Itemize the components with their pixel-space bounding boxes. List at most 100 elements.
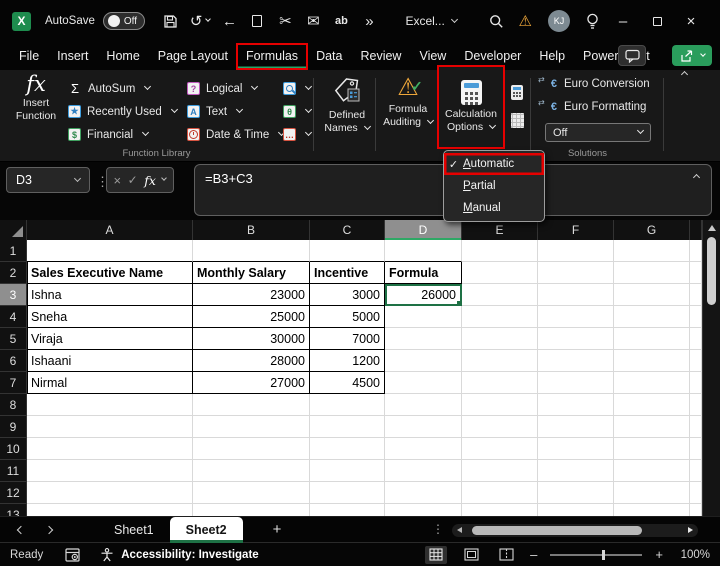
cell-F3[interactable] [538,284,614,306]
cell-E1[interactable] [462,240,538,262]
tab-insert[interactable]: Insert [48,44,97,69]
date-time-button[interactable]: Date & Time [187,123,284,146]
row-header-11[interactable]: 11 [0,460,27,482]
cut-button[interactable]: ✂ [276,10,294,32]
autosave-toggle[interactable]: Off [103,12,145,30]
name-box[interactable]: D3 [6,167,90,193]
cell-F1[interactable] [538,240,614,262]
page-layout-view-button[interactable] [460,546,482,564]
cell-G3[interactable] [614,284,690,306]
sheet-nav-left-button[interactable] [17,525,25,533]
column-header-B[interactable]: B [193,220,310,240]
cell-B12[interactable] [193,482,310,504]
horizontal-scrollbar[interactable] [452,524,698,537]
menu-item-automatic[interactable]: ✓ Automatic [444,153,544,175]
cell-D5[interactable] [385,328,462,350]
zoom-level[interactable]: 100% [676,549,710,561]
cell-D11[interactable] [385,460,462,482]
insert-function-button[interactable]: fx Insert Function [8,74,64,123]
column-header-G[interactable]: G [614,220,690,240]
cell-F11[interactable] [538,460,614,482]
cell-A1[interactable] [27,240,193,262]
cell-D8[interactable] [385,394,462,416]
comments-button[interactable] [618,45,646,66]
cell-F5[interactable] [538,328,614,350]
cell-A12[interactable] [27,482,193,504]
cell-B1[interactable] [193,240,310,262]
cell-D4[interactable] [385,306,462,328]
copy-button[interactable] [248,10,266,32]
collapse-formula-bar-button[interactable] [693,174,700,181]
cell-C13[interactable] [310,504,385,516]
cell-C2[interactable]: Incentive [310,262,385,284]
undo-button[interactable]: ↺ [190,10,211,32]
qat-overflow-button[interactable]: » [360,10,378,32]
euro-conversion-button[interactable]: € Euro Conversion [540,78,650,90]
zoom-slider-thumb[interactable] [602,550,605,560]
menu-item-manual[interactable]: Manual [444,197,544,219]
save-button[interactable] [162,10,180,32]
translate-button[interactable]: ab [332,10,350,32]
back-button[interactable]: ← [220,10,238,32]
cell-A2[interactable]: Sales Executive Name [27,262,193,284]
cell-F9[interactable] [538,416,614,438]
column-header-C[interactable]: C [310,220,385,240]
cell-D1[interactable] [385,240,462,262]
close-button[interactable]: × [674,13,708,30]
tab-file[interactable]: File [10,44,48,69]
window-title[interactable]: Excel... [405,14,444,28]
cell-B8[interactable] [193,394,310,416]
cell-D12[interactable] [385,482,462,504]
vertical-scroll-thumb[interactable] [707,237,716,305]
calculate-now-button[interactable] [508,83,526,101]
cell-F4[interactable] [538,306,614,328]
text-button[interactable]: A Text [187,100,284,123]
cell-G5[interactable] [614,328,690,350]
cell-D7[interactable] [385,372,462,394]
email-button[interactable]: ✉ [304,10,322,32]
cell-D13[interactable] [385,504,462,516]
cell-A4[interactable]: Sneha [27,306,193,328]
cell-G6[interactable] [614,350,690,372]
row-header-6[interactable]: 6 [0,350,27,372]
cell-C6[interactable]: 1200 [310,350,385,372]
cell-D3[interactable]: 26000 [385,284,462,306]
sheet-tab-sheet1[interactable]: Sheet1 [98,517,170,543]
page-break-view-button[interactable] [495,546,517,564]
column-header-D[interactable]: D [385,220,462,240]
tab-formulas[interactable]: Formulas [237,44,307,69]
zoom-in-button[interactable]: + [655,547,663,562]
tell-me-button[interactable] [583,10,601,32]
select-all-corner[interactable] [0,220,27,240]
calculate-sheet-button[interactable] [508,111,526,129]
row-header-12[interactable]: 12 [0,482,27,504]
zoom-out-button[interactable]: – [530,547,537,562]
euro-formatting-button[interactable]: € Euro Formatting [540,101,646,113]
defined-names-button[interactable]: Defined Names [318,75,376,135]
cell-G13[interactable] [614,504,690,516]
cell-E6[interactable] [462,350,538,372]
cell-E13[interactable] [462,504,538,516]
more-functions-button[interactable]: … [283,123,311,146]
collapse-ribbon-button[interactable] [681,71,688,78]
cell-E3[interactable] [462,284,538,306]
cell-C9[interactable] [310,416,385,438]
cell-D2[interactable]: Formula [385,262,462,284]
cell-G4[interactable] [614,306,690,328]
cell-G2[interactable] [614,262,690,284]
cell-C10[interactable] [310,438,385,460]
cell-F12[interactable] [538,482,614,504]
cell-F8[interactable] [538,394,614,416]
insert-function-fx-button[interactable]: fx [144,173,156,188]
enter-button[interactable]: ✓ [128,173,138,187]
row-header-5[interactable]: 5 [0,328,27,350]
cell-F6[interactable] [538,350,614,372]
cell-C1[interactable] [310,240,385,262]
add-sheet-button[interactable]: + [273,521,282,538]
vertical-scrollbar[interactable] [702,220,720,516]
row-header-8[interactable]: 8 [0,394,27,416]
horizontal-scroll-thumb[interactable] [472,526,642,535]
cell-B11[interactable] [193,460,310,482]
euro-off-dropdown[interactable]: Off [545,123,651,142]
cell-A3[interactable]: Ishna [27,284,193,306]
